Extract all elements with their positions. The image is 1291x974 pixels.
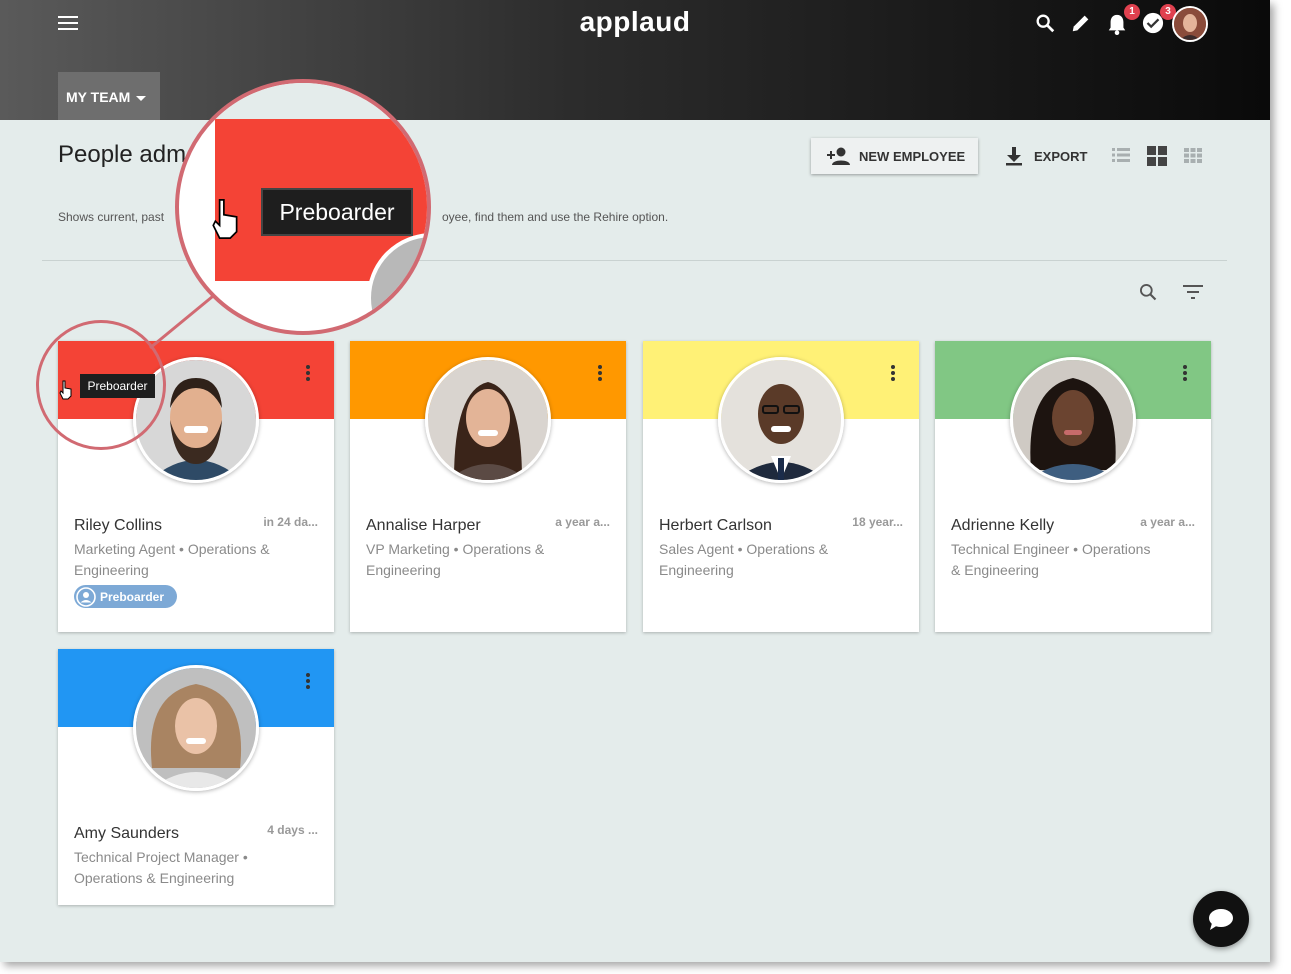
more-vert-icon[interactable] [1179,365,1191,383]
more-vert-icon[interactable] [302,673,314,691]
employee-name: Riley Collins [74,517,163,534]
add-person-icon [827,147,850,165]
employee-photo [425,357,551,483]
notifications-icon[interactable]: 1 [1106,4,1140,38]
employee-photo [718,357,844,483]
card-view-icon[interactable] [1147,146,1167,166]
search-icon[interactable] [1138,282,1160,304]
more-vert-icon[interactable] [594,365,606,383]
user-avatar[interactable] [1172,6,1208,42]
person-icon [76,587,96,607]
employee-date: in 24 da... [263,515,318,529]
zoom-magnifier: Preboarder [175,79,431,335]
tasks-icon[interactable]: 3 [1142,4,1176,38]
employee-name: Herbert Carlson [659,517,772,534]
employee-role: Technical Engineer • Operations & Engine… [951,541,1151,578]
edit-icon[interactable] [1070,12,1096,38]
employee-name: Annalise Harper [366,517,481,534]
employee-date: a year a... [555,515,610,529]
search-icon[interactable] [1034,12,1060,38]
preboarder-tooltip-zoomed: Preboarder [261,188,413,236]
employee-card[interactable]: Adrienne Kelly a year a... Technical Eng… [935,341,1211,632]
employee-photo [133,665,259,791]
employee-card[interactable]: Annalise Harper a year a... VP Marketing… [350,341,626,632]
list-view-icon[interactable] [1112,146,1132,166]
employee-role: VP Marketing • Operations & Engineering [366,541,545,578]
employee-role: Technical Project Manager • Operations &… [74,849,248,886]
download-icon [1006,147,1022,166]
export-button[interactable]: EXPORT [1004,138,1094,174]
more-vert-icon[interactable] [302,365,314,383]
filter-icon[interactable] [1183,284,1203,302]
employee-role: Marketing Agent • Operations & Engineeri… [74,541,270,578]
notifications-badge: 1 [1124,4,1140,20]
hand-cursor-icon [212,199,238,239]
chat-icon [1209,909,1233,930]
employee-name: Amy Saunders [74,825,179,842]
employee-role: Sales Agent • Operations & Engineering [659,541,829,578]
employee-name: Adrienne Kelly [951,517,1055,534]
chat-button[interactable] [1193,891,1249,947]
app-window: applaud 1 3 MY TEAM People adm Shows cur… [0,0,1270,962]
employee-photo [1010,357,1136,483]
grid-view-icon[interactable] [1184,146,1204,166]
new-employee-button[interactable]: NEW EMPLOYEE [811,138,978,174]
employee-card[interactable]: Herbert Carlson 18 year... Sales Agent •… [643,341,919,632]
employee-date: 18 year... [852,515,903,529]
preboarder-badge: Preboarder [74,585,177,608]
employee-card[interactable]: Amy Saunders 4 days ... Technical Projec… [58,649,334,905]
employee-date: a year a... [1140,515,1195,529]
employee-date: 4 days ... [267,823,318,837]
more-vert-icon[interactable] [887,365,899,383]
